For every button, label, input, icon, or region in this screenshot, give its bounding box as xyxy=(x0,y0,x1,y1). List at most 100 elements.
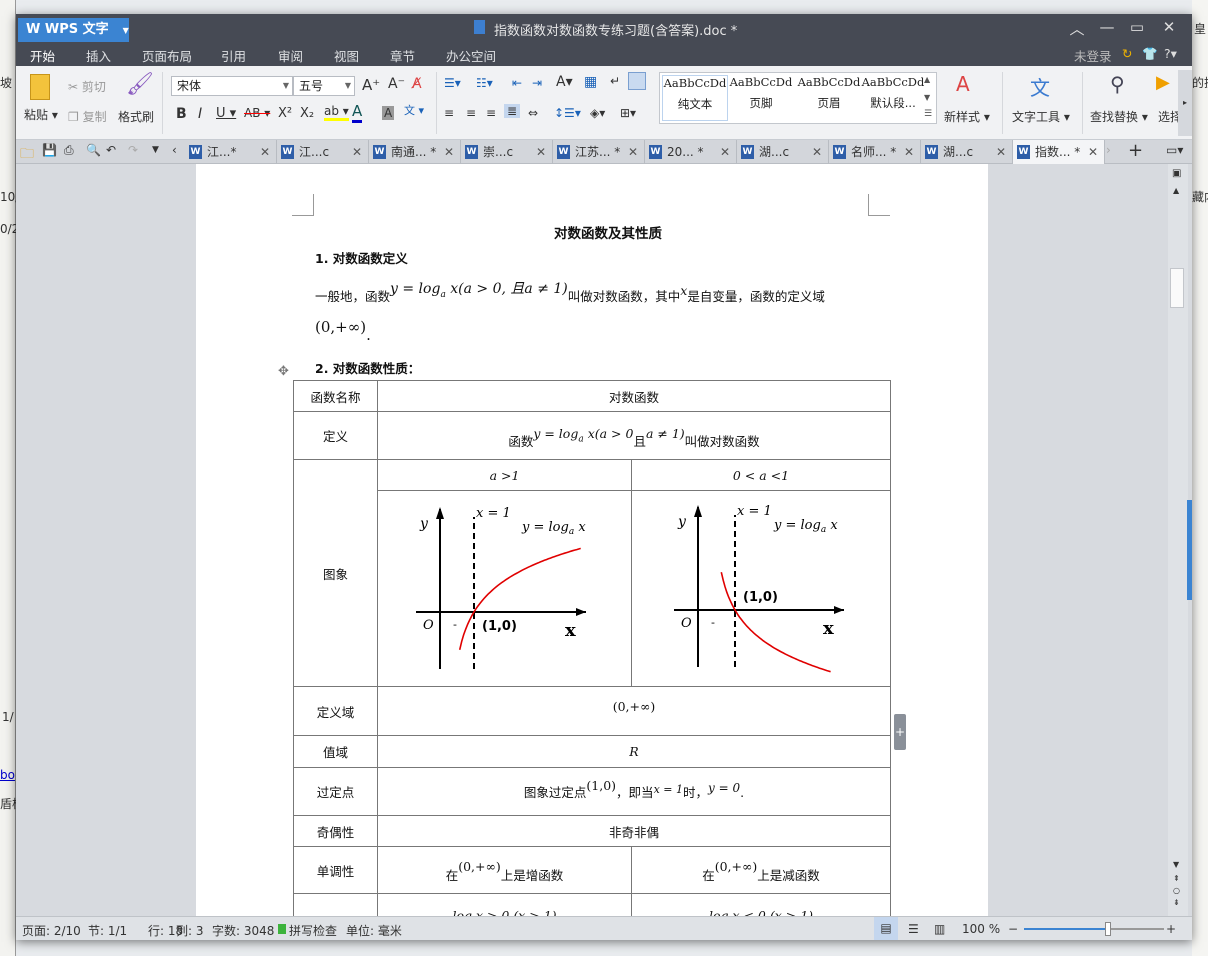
line-spacing-icon[interactable]: ↕☰▾ xyxy=(554,106,581,120)
help-icon[interactable]: ?▾ xyxy=(1164,46,1177,61)
prev-page-icon[interactable]: ⇞ xyxy=(1173,874,1180,883)
new-tab-button[interactable]: + xyxy=(1128,140,1143,161)
table-icon[interactable]: ▦ xyxy=(584,74,597,90)
spell-check-button[interactable]: 拼写检查 xyxy=(289,922,337,939)
bullets-icon[interactable]: ☰▾ xyxy=(444,76,461,90)
gallery-expand[interactable]: ☰ xyxy=(924,109,932,119)
highlight-icon[interactable]: ab ▾ xyxy=(324,104,349,121)
align-left-icon[interactable]: ≡ xyxy=(444,106,454,120)
document-tab[interactable]: W 名师... * ✕ xyxy=(829,140,921,164)
strikethrough-icon[interactable]: AB ▾ xyxy=(244,106,270,120)
close-tab-icon[interactable]: ✕ xyxy=(812,140,822,164)
save-icon[interactable]: 💾 xyxy=(42,143,57,157)
document-tab[interactable]: W 湖...c ✕ xyxy=(737,140,829,164)
shrink-font-icon[interactable]: A⁻ xyxy=(388,76,405,92)
document-page[interactable]: 对数函数及其性质 1. 对数函数定义 一般地，函数y = loga x(a > … xyxy=(196,164,988,916)
copy-button[interactable]: ❐ 复制 xyxy=(68,108,107,125)
style-default-paragraph[interactable]: AaBbCcDd 默认段... xyxy=(860,75,926,121)
close-tab-icon[interactable]: ✕ xyxy=(536,140,546,164)
document-tab[interactable]: W 崇...c ✕ xyxy=(461,140,553,164)
tab-list-icon[interactable]: ▭▾ xyxy=(1166,143,1183,157)
show-hide-icon[interactable] xyxy=(628,72,646,90)
side-panel-expand-button[interactable]: + xyxy=(894,714,906,750)
undo-icon[interactable]: ↶ xyxy=(106,143,116,157)
side-panel-tab[interactable] xyxy=(1187,500,1192,600)
tabs-scroll-left[interactable]: ‹ xyxy=(172,143,177,157)
close-tab-icon[interactable]: ✕ xyxy=(904,140,914,164)
menu-review[interactable]: 审阅 xyxy=(278,46,303,65)
text-direction-icon[interactable]: A▾ xyxy=(556,74,573,90)
ribbon-scroll-right[interactable]: ▸ xyxy=(1178,70,1192,136)
style-header[interactable]: AaBbCcDd 页眉 xyxy=(796,75,862,121)
outline-view-icon[interactable]: ☰ xyxy=(908,922,919,936)
browse-object-icon[interactable]: ○ xyxy=(1173,886,1180,895)
phonetic-guide-icon[interactable]: 文 ▾ xyxy=(404,102,424,118)
quick-access-dropdown[interactable]: ▼ xyxy=(152,145,159,155)
close-tab-icon[interactable]: ✕ xyxy=(352,140,362,164)
text-tools-icon[interactable]: 文 xyxy=(1030,72,1050,101)
collapse-ribbon-icon[interactable]: ︿ xyxy=(1064,18,1090,39)
borders-icon[interactable]: ⊞▾ xyxy=(620,106,636,120)
scroll-down-arrow[interactable]: ▼ xyxy=(1173,860,1179,869)
format-painter-icon[interactable]: 🖌 xyxy=(126,72,154,97)
shading-icon[interactable]: ◈▾ xyxy=(590,106,605,120)
close-tab-icon[interactable]: ✕ xyxy=(628,140,638,164)
align-right-icon[interactable]: ≡ xyxy=(486,106,496,120)
scroll-up-arrow[interactable]: ▲ xyxy=(1173,186,1179,195)
login-status[interactable]: 未登录 xyxy=(1074,46,1112,65)
font-size-select[interactable]: 五号 ▼ xyxy=(293,76,355,96)
increase-indent-icon[interactable]: ⇥ xyxy=(532,76,542,90)
superscript-icon[interactable]: X² xyxy=(278,106,292,121)
document-tab[interactable]: W 江...c ✕ xyxy=(277,140,369,164)
maximize-button[interactable]: ▭ xyxy=(1124,18,1150,36)
gallery-scroll-up[interactable]: ▲ xyxy=(924,75,930,84)
numbering-icon[interactable]: ☷▾ xyxy=(476,76,493,90)
justify-icon[interactable]: ≣ xyxy=(504,104,521,118)
paste-icon[interactable] xyxy=(30,74,50,100)
gallery-scroll-down[interactable]: ▼ xyxy=(924,93,930,102)
bold-icon[interactable]: B xyxy=(176,106,187,122)
skin-shirt-icon[interactable]: 👕 xyxy=(1142,46,1158,62)
char-shading-icon[interactable]: A xyxy=(382,106,395,120)
split-view-icon[interactable]: ▣ xyxy=(1172,168,1181,179)
redo-icon[interactable]: ↷ xyxy=(128,143,138,157)
text-tools-button[interactable]: 文字工具 ▾ xyxy=(1012,108,1070,125)
close-tab-icon[interactable]: ✕ xyxy=(720,140,730,164)
find-replace-button[interactable]: 查找替换 ▾ xyxy=(1090,108,1148,125)
close-tab-icon[interactable]: ✕ xyxy=(1088,140,1098,164)
font-name-select[interactable]: 宋体 ▼ xyxy=(171,76,293,96)
format-painter-button[interactable]: 格式刷 xyxy=(118,108,154,125)
close-tab-icon[interactable]: ✕ xyxy=(996,140,1006,164)
print-icon[interactable]: ⎙ xyxy=(64,143,74,158)
document-tab[interactable]: W 南通... * ✕ xyxy=(369,140,461,164)
italic-icon[interactable]: I xyxy=(198,106,202,122)
document-tab[interactable]: W 江...* ✕ xyxy=(185,140,277,164)
decrease-indent-icon[interactable]: ⇤ xyxy=(512,76,522,90)
close-tab-icon[interactable]: ✕ xyxy=(260,140,270,164)
print-preview-icon[interactable]: 🔍 xyxy=(86,143,101,157)
unit-indicator[interactable]: 单位: 毫米 xyxy=(346,922,402,939)
table-move-handle-icon[interactable]: ✥ xyxy=(278,364,289,379)
zoom-level[interactable]: 100 % xyxy=(962,922,1000,936)
sync-icon[interactable]: ↻ xyxy=(1122,46,1132,61)
menu-section[interactable]: 章节 xyxy=(390,46,415,65)
subscript-icon[interactable]: X₂ xyxy=(300,106,314,121)
font-color-icon[interactable]: A xyxy=(352,102,363,123)
tabs-scroll-right[interactable]: › xyxy=(1106,143,1111,157)
zoom-slider-thumb[interactable] xyxy=(1105,922,1111,936)
next-page-icon[interactable]: ⇟ xyxy=(1173,898,1180,907)
style-plain-text[interactable]: AaBbCcDd 纯文本 xyxy=(662,75,728,121)
cut-button[interactable]: ✂ 剪切 xyxy=(68,78,106,95)
new-style-icon[interactable]: A xyxy=(956,72,970,96)
menu-references[interactable]: 引用 xyxy=(221,46,246,65)
paste-button[interactable]: 粘贴 ▾ xyxy=(24,106,58,123)
clear-format-icon[interactable]: A̸ xyxy=(412,76,422,92)
underline-icon[interactable]: U ▾ xyxy=(216,106,236,121)
paragraph-mark-icon[interactable]: ↵ xyxy=(610,74,620,88)
close-button[interactable]: ✕ xyxy=(1156,18,1182,36)
word-count[interactable]: 字数: 3048 xyxy=(212,922,274,939)
menu-view[interactable]: 视图 xyxy=(334,46,359,65)
menu-office-space[interactable]: 办公空间 xyxy=(446,46,496,65)
select-icon[interactable]: ▶ xyxy=(1156,72,1170,93)
distributed-align-icon[interactable]: ⇔ xyxy=(528,106,538,120)
